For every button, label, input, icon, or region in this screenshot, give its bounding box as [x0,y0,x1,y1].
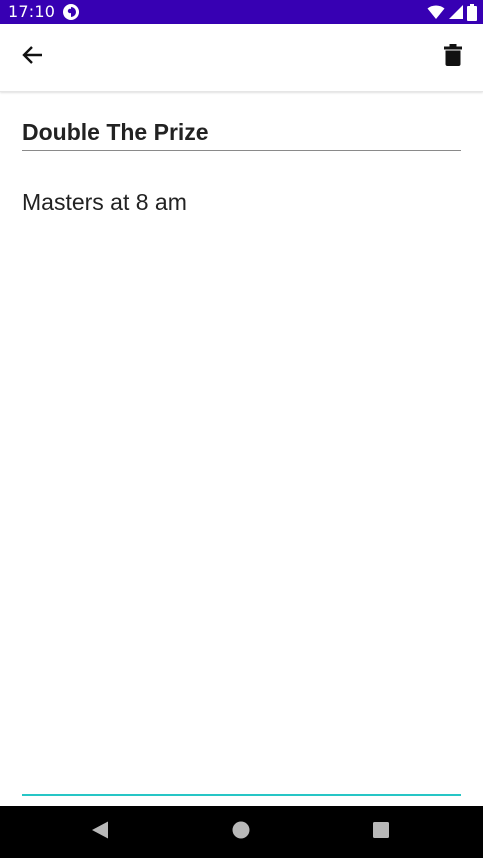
trash-icon [444,43,462,71]
note-title: Double The Prize [22,119,209,145]
back-button[interactable] [14,38,50,76]
nav-recents-icon [371,820,391,845]
note-editor-screen: 17:10 Double The Prize Masters at 8 am [0,0,483,858]
nav-recents-button[interactable] [368,819,394,845]
cell-signal-icon [448,4,464,20]
note-body-field[interactable]: Masters at 8 am [22,176,461,796]
note-body: Masters at 8 am [22,189,187,215]
status-time: 17:10 [8,2,56,21]
app-notification-icon [62,3,80,21]
navigation-bar [0,806,483,858]
battery-icon [467,3,477,21]
nav-home-button[interactable] [228,819,254,845]
nav-back-icon [90,820,110,845]
wifi-icon [427,4,445,20]
delete-button[interactable] [435,38,471,76]
status-bar: 17:10 [0,0,483,24]
status-icons [427,3,477,21]
note-title-field[interactable]: Double The Prize [22,112,461,151]
app-bar [0,24,483,92]
arrow-back-icon [21,44,43,71]
nav-home-icon [231,820,251,845]
nav-back-button[interactable] [87,819,113,845]
